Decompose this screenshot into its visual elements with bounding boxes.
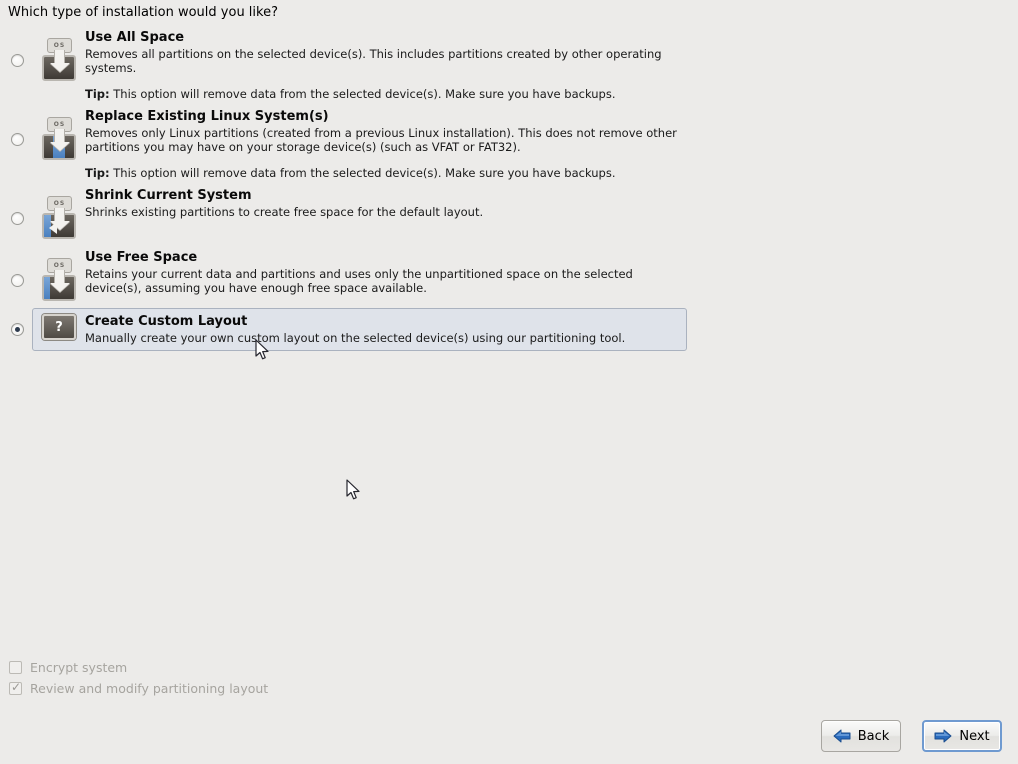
icon-cell: ?	[33, 314, 85, 340]
radio-replace-existing-linux[interactable]	[10, 133, 24, 146]
radio-cell	[1, 30, 33, 67]
disk-os-wipe-icon: OS	[40, 38, 78, 84]
next-button[interactable]: Next	[922, 720, 1002, 752]
radio-shrink-current-system[interactable]	[10, 212, 24, 225]
icon-cell: OS	[33, 188, 85, 242]
tip-text: This option will remove data from the se…	[113, 87, 616, 101]
text-cell: Replace Existing Linux System(s) Removes…	[85, 109, 1017, 180]
text-cell: Create Custom Layout Manually create you…	[85, 314, 686, 345]
icon-cell: OS	[33, 30, 85, 84]
down-arrow-icon	[54, 50, 65, 64]
radio-cell	[1, 109, 33, 146]
checkbox-row-encrypt-system[interactable]: Encrypt system	[9, 657, 268, 678]
icon-cell: OS	[33, 109, 85, 163]
text-cell: Use All Space Removes all partitions on …	[85, 30, 1017, 101]
option-row-use-all-space[interactable]: OS Use All Space Removes all partitions …	[0, 26, 1018, 105]
back-button[interactable]: Back	[821, 720, 901, 752]
down-arrow-icon	[54, 270, 65, 284]
down-arrow-icon	[54, 208, 65, 222]
option-tip: Tip: This option will remove data from t…	[85, 166, 997, 180]
checkbox-label-encrypt-system: Encrypt system	[30, 660, 128, 675]
arrow-left-icon	[833, 729, 851, 743]
radio-use-all-space[interactable]	[10, 54, 24, 67]
radio-cell	[1, 188, 33, 225]
icon-cell: OS	[33, 250, 85, 304]
option-title: Use Free Space	[85, 250, 198, 265]
tip-label: Tip:	[85, 87, 110, 101]
next-button-label: Next	[959, 728, 990, 744]
disk-os-replace-icon: OS	[40, 117, 78, 163]
page-title: Which type of installation would you lik…	[8, 5, 278, 20]
mouse-cursor-secondary	[346, 479, 360, 500]
option-description: Removes only Linux partitions (created f…	[85, 126, 677, 154]
option-row-replace-existing-linux[interactable]: OS Replace Existing Linux System(s) Remo…	[0, 105, 1018, 184]
option-title: Shrink Current System	[85, 188, 252, 203]
installation-type-option-list: OS Use All Space Removes all partitions …	[0, 26, 1018, 351]
question-mark-icon: ?	[42, 314, 76, 340]
radio-cell	[1, 250, 33, 287]
option-description: Retains your current data and partitions…	[85, 267, 633, 295]
option-row-shrink-current-system[interactable]: OS Shrink Current System Shrinks existin…	[0, 184, 1018, 246]
left-arrow-icon	[49, 222, 57, 234]
option-title: Use All Space	[85, 30, 185, 45]
option-description: Manually create your own custom layout o…	[85, 331, 626, 345]
checkbox-encrypt-system[interactable]	[9, 661, 22, 674]
disk-os-shrink-icon: OS	[40, 196, 78, 242]
tip-label: Tip:	[85, 166, 110, 180]
options-checkbox-group: Encrypt system Review and modify partiti…	[9, 657, 268, 699]
option-title: Create Custom Layout	[85, 314, 248, 329]
navigation-buttons: Back Next	[821, 720, 1002, 752]
disk-os-freespace-icon: OS	[40, 258, 78, 304]
down-arrow-icon	[54, 129, 65, 143]
option-title: Replace Existing Linux System(s)	[85, 109, 329, 124]
checkbox-review-modify-partitioning[interactable]	[9, 680, 22, 695]
radio-use-free-space[interactable]	[10, 274, 24, 287]
option-row-use-free-space[interactable]: OS Use Free Space Retains your current d…	[0, 246, 1018, 308]
text-cell: Use Free Space Retains your current data…	[85, 250, 1017, 295]
tip-text: This option will remove data from the se…	[113, 166, 616, 180]
arrow-right-icon	[934, 729, 952, 743]
option-row-create-custom-layout[interactable]: ? Create Custom Layout Manually create y…	[10, 308, 687, 351]
option-tip: Tip: This option will remove data from t…	[85, 87, 997, 101]
radio-create-custom-layout[interactable]	[10, 323, 24, 336]
checkbox-label-review-modify-partitioning: Review and modify partitioning layout	[30, 681, 269, 696]
checkbox-row-review-modify-partitioning[interactable]: Review and modify partitioning layout	[9, 678, 268, 699]
option-description: Removes all partitions on the selected d…	[85, 47, 662, 75]
radio-cell	[1, 309, 33, 350]
text-cell: Shrink Current System Shrinks existing p…	[85, 188, 1017, 219]
option-description: Shrinks existing partitions to create fr…	[85, 205, 484, 219]
back-button-label: Back	[857, 728, 890, 744]
